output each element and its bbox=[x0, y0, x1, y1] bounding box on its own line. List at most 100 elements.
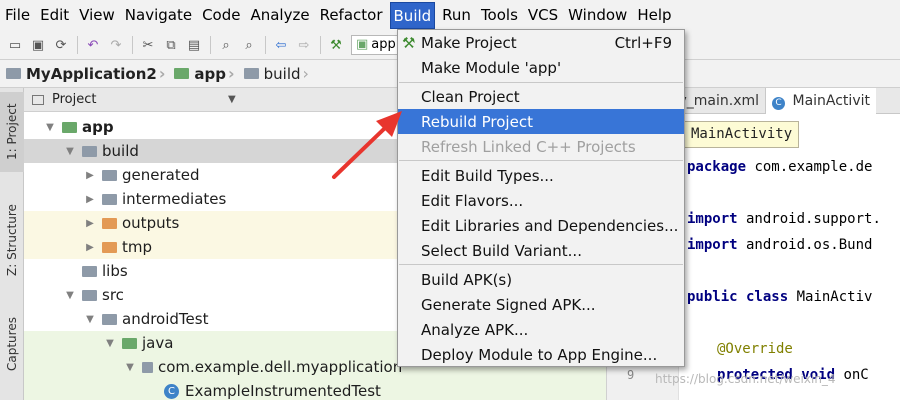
folder-icon bbox=[243, 68, 259, 79]
menu-run[interactable]: Run bbox=[439, 2, 474, 29]
collapse-arrow-icon[interactable]: ▶ bbox=[84, 218, 96, 229]
menu-divider bbox=[399, 82, 683, 83]
menu-item-deploy-app-engine[interactable]: Deploy Module to App Engine... bbox=[398, 342, 684, 367]
menu-window[interactable]: Window bbox=[565, 2, 630, 29]
paste-icon[interactable]: ▤ bbox=[183, 34, 205, 56]
code-line: import android.support. bbox=[687, 211, 881, 227]
tree-item-label: androidTest bbox=[122, 310, 209, 328]
menu-edit[interactable]: Edit bbox=[37, 2, 72, 29]
chevron-right-icon: › bbox=[302, 64, 309, 83]
line-number: 9 bbox=[627, 368, 635, 382]
tree-item-label: java bbox=[142, 334, 174, 352]
replace-icon[interactable]: ⌕ bbox=[238, 34, 260, 56]
tool-window-strip: 1: Project Z: Structure Captures bbox=[0, 88, 24, 400]
code-line: @Override bbox=[717, 341, 793, 357]
expand-arrow-icon[interactable]: ▼ bbox=[104, 338, 116, 349]
menu-view[interactable]: View bbox=[76, 2, 118, 29]
find-icon[interactable]: ⌕ bbox=[215, 34, 237, 56]
chevron-down-icon[interactable]: ▼ bbox=[228, 94, 236, 105]
menu-item-build-apk[interactable]: Build APK(s) bbox=[398, 267, 684, 292]
module-folder-icon bbox=[62, 121, 77, 133]
tree-item-label: src bbox=[102, 286, 124, 304]
tab-main-activity[interactable]: C MainActivit bbox=[765, 87, 876, 114]
folder-icon bbox=[102, 193, 117, 205]
expand-arrow-icon[interactable]: ▼ bbox=[124, 362, 136, 373]
redo-icon[interactable]: ↷ bbox=[105, 34, 127, 56]
code-line: public class MainActiv bbox=[687, 289, 873, 305]
copy-icon[interactable]: ⧉ bbox=[160, 34, 182, 56]
undo-icon[interactable]: ↶ bbox=[82, 34, 104, 56]
project-view-icon bbox=[32, 94, 44, 105]
package-icon bbox=[142, 361, 153, 373]
class-icon: C bbox=[164, 383, 179, 399]
menu-refactor[interactable]: Refactor bbox=[317, 2, 386, 29]
menu-item-rebuild-project[interactable]: Rebuild Project bbox=[398, 109, 684, 134]
code-line: package com.example.de bbox=[687, 159, 873, 175]
menu-code[interactable]: Code bbox=[199, 2, 243, 29]
menu-item-select-build-variant[interactable]: Select Build Variant... bbox=[398, 238, 684, 263]
tab-project[interactable]: 1: Project bbox=[0, 92, 24, 172]
menu-tools[interactable]: Tools bbox=[478, 2, 521, 29]
excluded-folder-icon bbox=[102, 217, 117, 229]
menu-navigate[interactable]: Navigate bbox=[122, 2, 195, 29]
tree-item-example-test[interactable]: C ExampleInstrumentedTest bbox=[24, 379, 606, 400]
menu-item-clean-project[interactable]: Clean Project bbox=[398, 84, 684, 109]
folder-icon bbox=[82, 289, 97, 301]
collapse-arrow-icon[interactable]: ▶ bbox=[84, 194, 96, 205]
menu-divider bbox=[399, 264, 683, 265]
breadcrumb-item-project[interactable]: MyApplication2 › bbox=[6, 64, 168, 83]
code-area[interactable]: package com.example.de import android.su… bbox=[687, 114, 900, 400]
collapse-arrow-icon[interactable]: ▶ bbox=[84, 170, 96, 181]
menu-item-analyze-apk[interactable]: Analyze APK... bbox=[398, 317, 684, 342]
build-menu-dropdown: ⚒ Make Project Ctrl+F9 Make Module 'app'… bbox=[397, 29, 685, 367]
menu-item-make-module[interactable]: Make Module 'app' bbox=[398, 55, 684, 80]
sync-icon[interactable]: ⟳ bbox=[50, 34, 72, 56]
menu-item-edit-flavors[interactable]: Edit Flavors... bbox=[398, 188, 684, 213]
breadcrumb-label: build bbox=[263, 64, 301, 83]
menu-build[interactable]: Build bbox=[389, 2, 436, 29]
class-name-tooltip: MainActivity bbox=[684, 121, 800, 148]
menu-item-make-project[interactable]: ⚒ Make Project Ctrl+F9 bbox=[398, 30, 684, 55]
menu-item-generate-signed-apk[interactable]: Generate Signed APK... bbox=[398, 292, 684, 317]
expand-arrow-icon[interactable]: ▼ bbox=[64, 290, 76, 301]
android-module-icon: ▣ bbox=[356, 37, 369, 52]
tab-captures[interactable]: Captures bbox=[0, 306, 24, 382]
red-annotation-arrow bbox=[332, 111, 402, 179]
hammer-icon: ⚒ bbox=[402, 33, 416, 52]
open-icon[interactable]: ▭ bbox=[4, 34, 26, 56]
collapse-arrow-icon[interactable]: ▶ bbox=[84, 242, 96, 253]
save-icon[interactable]: ▣ bbox=[27, 34, 49, 56]
project-view-label: Project bbox=[52, 92, 97, 107]
folder-icon bbox=[102, 169, 117, 181]
menu-item-refresh-cpp: Refresh Linked C++ Projects bbox=[421, 137, 636, 156]
cut-icon[interactable]: ✂ bbox=[137, 34, 159, 56]
breadcrumb-label: app bbox=[194, 64, 227, 83]
expand-arrow-icon[interactable]: ▼ bbox=[64, 146, 76, 157]
menu-analyze[interactable]: Analyze bbox=[247, 2, 312, 29]
toolbar-divider bbox=[132, 36, 133, 54]
breadcrumb-item-build[interactable]: build › bbox=[243, 64, 312, 83]
run-config-select[interactable]: ▣ app bbox=[351, 35, 401, 55]
expand-arrow-icon[interactable]: ▼ bbox=[44, 122, 56, 133]
forward-icon[interactable]: ⇨ bbox=[293, 34, 315, 56]
breadcrumb-item-app[interactable]: app › bbox=[174, 64, 237, 83]
breadcrumb-label: MyApplication2 bbox=[26, 64, 157, 83]
tree-item-label: libs bbox=[102, 262, 128, 280]
run-config-label: app bbox=[371, 37, 396, 52]
module-folder-icon bbox=[174, 68, 190, 79]
tab-structure[interactable]: Z: Structure bbox=[0, 192, 24, 288]
make-project-icon[interactable]: ⚒ bbox=[325, 34, 347, 56]
expand-arrow-icon[interactable]: ▼ bbox=[84, 314, 96, 325]
tree-item-label: tmp bbox=[122, 238, 153, 256]
menu-item-edit-libraries[interactable]: Edit Libraries and Dependencies... bbox=[398, 213, 684, 238]
menu-help[interactable]: Help bbox=[634, 2, 674, 29]
menu-file[interactable]: File bbox=[2, 2, 33, 29]
menu-vcs[interactable]: VCS bbox=[525, 2, 561, 29]
tree-item-label: intermediates bbox=[122, 190, 227, 208]
tree-item-label: generated bbox=[122, 166, 200, 184]
folder-icon bbox=[102, 313, 117, 325]
menu-item-edit-build-types[interactable]: Edit Build Types... bbox=[398, 163, 684, 188]
folder-icon bbox=[82, 265, 97, 277]
watermark: https://blog.csdn.net/weixin_4 bbox=[655, 372, 836, 386]
back-icon[interactable]: ⇦ bbox=[270, 34, 292, 56]
